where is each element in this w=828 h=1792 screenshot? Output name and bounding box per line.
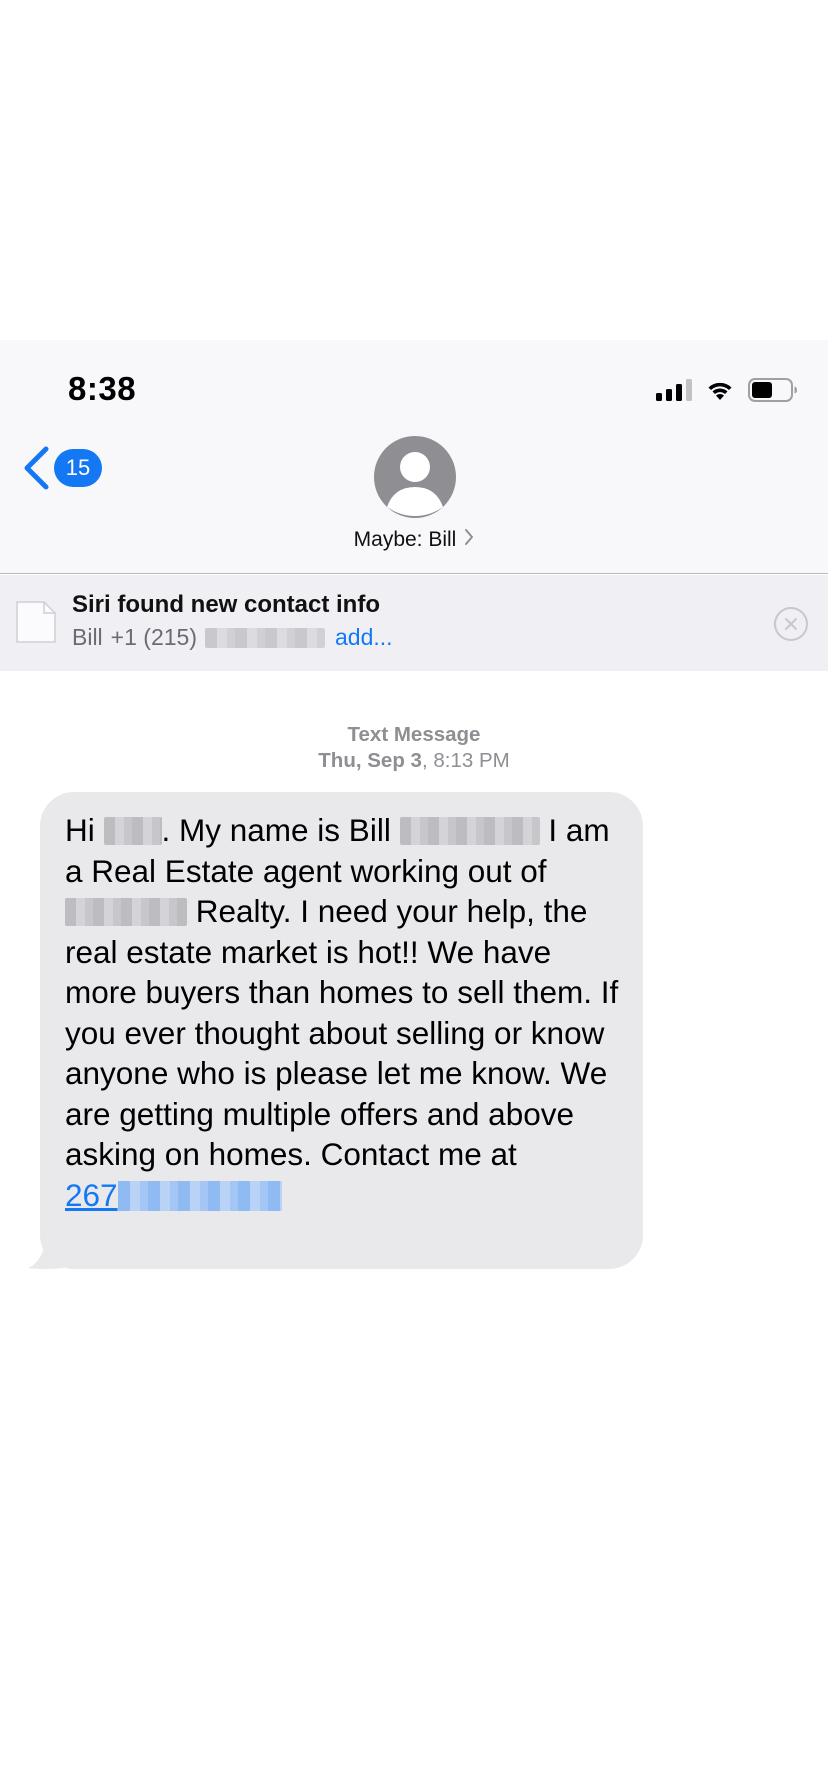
redacted-phone: [204, 627, 325, 648]
message-time: 8:13 PM: [433, 749, 510, 772]
redacted-surname: [399, 817, 540, 845]
siri-contact-name: Bill: [72, 624, 103, 650]
messages-screen: 8:38 15 Maybe: Bill Siri found new conta…: [0, 0, 828, 1792]
chevron-right-icon: [464, 528, 474, 552]
message-body: Realty. I need your help, the real estat…: [65, 893, 619, 1172]
back-button[interactable]: 15: [22, 446, 102, 490]
add-contact-link[interactable]: add...: [335, 624, 393, 651]
chevron-left-icon: [22, 446, 50, 490]
unread-count-badge: 15: [54, 449, 102, 487]
contact-name: Maybe: Bill: [353, 528, 457, 551]
siri-contact-phone: +1 (215): [110, 624, 197, 650]
timestamp: Thu, Sep 3, 8:13 PM: [318, 749, 510, 772]
siri-banner-contact-line: Bill +1 (215) add...: [72, 624, 393, 651]
service-label: Text Message: [347, 723, 481, 746]
document-icon: [16, 601, 56, 643]
close-icon: [785, 618, 797, 630]
contact-avatar[interactable]: [374, 436, 456, 518]
siri-banner-title: Siri found new contact info: [72, 591, 380, 618]
redacted-name: [103, 817, 162, 845]
status-indicators: [656, 376, 798, 404]
message-date: Thu, Sep 3: [318, 749, 422, 772]
redacted-company: [65, 898, 187, 926]
message-metadata: Text Message Thu, Sep 3, 8:13 PM: [0, 722, 828, 774]
redacted-phone-digits: [117, 1180, 282, 1211]
phone-number-link[interactable]: 267: [65, 1177, 282, 1213]
battery-icon: [748, 378, 798, 402]
navigation-header: 8:38 15 Maybe: Bill: [0, 340, 828, 574]
person-icon: [387, 452, 443, 516]
cellular-signal-icon: [656, 379, 692, 401]
dismiss-banner-button[interactable]: [774, 607, 808, 641]
siri-suggestion-banner: Siri found new contact info Bill +1 (215…: [0, 575, 828, 671]
message-intro: . My name is Bill: [161, 812, 391, 848]
incoming-message-bubble[interactable]: Hi . My name is Bill I am a Real Estate …: [40, 792, 643, 1269]
status-time: 8:38: [68, 370, 137, 407]
message-greeting: Hi: [65, 812, 95, 848]
wifi-icon: [706, 379, 734, 401]
contact-name-button[interactable]: Maybe: Bill: [0, 528, 828, 552]
phone-number-prefix: 267: [65, 1176, 118, 1213]
